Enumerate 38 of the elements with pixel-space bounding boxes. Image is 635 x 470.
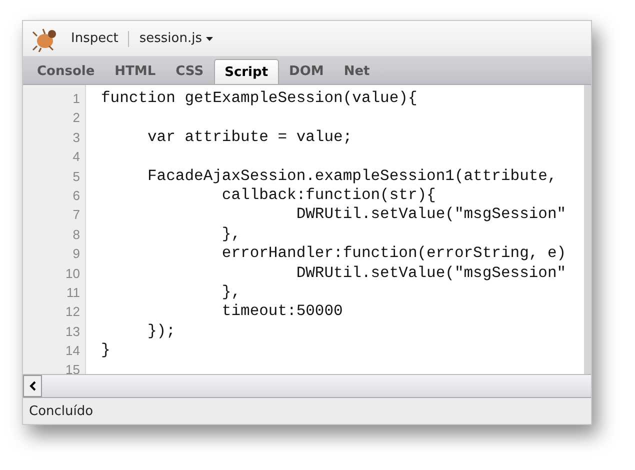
line-number: 1 — [72, 90, 81, 108]
line-number: 3 — [72, 128, 81, 147]
line-number: 10 — [64, 264, 81, 283]
line-number: 9 — [72, 245, 81, 264]
line-number: 12 — [64, 303, 81, 322]
tab[interactable]: Script — [214, 59, 280, 84]
code-line: DWRUtil.setValue("msgSession" — [295, 205, 568, 225]
file-menu[interactable]: session.js — [139, 31, 213, 46]
code-line: var attribute = value; — [146, 128, 354, 148]
code-line: timeout:50000 — [220, 302, 344, 322]
line-number: 8 — [72, 226, 81, 244]
tab[interactable]: HTML — [104, 59, 166, 84]
tab[interactable]: DOM — [279, 59, 334, 84]
line-number: 5 — [72, 168, 81, 186]
code-line: DWRUtil.setValue("msgSession" — [295, 264, 568, 283]
code-line: }); — [146, 322, 176, 342]
code-line: errorHandler:function(errorString, e) — [220, 244, 568, 264]
scroll-left-button[interactable] — [23, 375, 42, 397]
code-line: FacadeAjaxSession.exampleSession1(attribute, — [146, 166, 558, 186]
tab[interactable]: Net — [334, 59, 380, 84]
line-number: 6 — [72, 186, 81, 205]
status-text: Concluído — [29, 404, 94, 418]
code-line: }, — [220, 282, 242, 302]
line-number: 13 — [64, 322, 81, 341]
tab[interactable]: Console — [27, 59, 105, 84]
code-line: }, — [220, 224, 242, 244]
tab[interactable]: CSS — [166, 59, 214, 84]
caret-icon — [206, 36, 213, 40]
code-line: callback:function(str){ — [220, 186, 437, 206]
line-number: 14 — [64, 342, 81, 360]
line-number: 2 — [72, 109, 81, 128]
code-line: function getExampleSession(value){ — [101, 89, 418, 108]
line-number: 4 — [72, 148, 81, 166]
inspect-button[interactable]: Inspect — [71, 31, 118, 46]
line-number: 11 — [66, 284, 81, 302]
line-number: 7 — [72, 206, 81, 224]
code-line: } — [101, 341, 112, 360]
arrow-left-icon — [29, 381, 36, 391]
